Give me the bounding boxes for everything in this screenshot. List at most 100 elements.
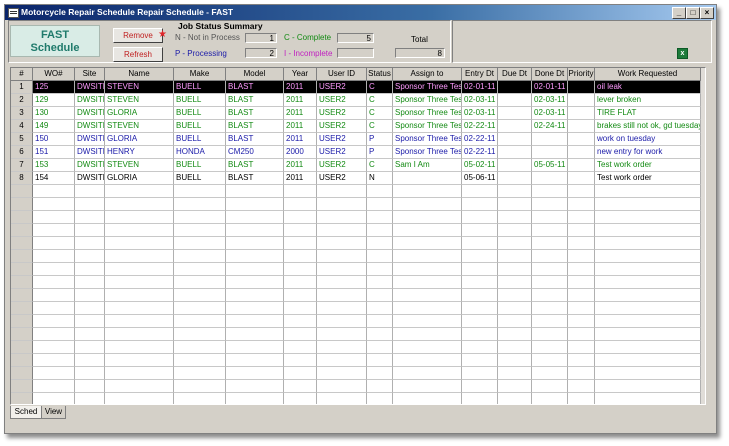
- cell-status[interactable]: [367, 302, 393, 315]
- cell-site[interactable]: [75, 380, 105, 393]
- table-row[interactable]: [11, 250, 705, 263]
- cell-due-dt[interactable]: [498, 211, 532, 224]
- cell-num[interactable]: [11, 315, 33, 328]
- cell-user-id[interactable]: USER2: [317, 81, 367, 94]
- cell-make[interactable]: [174, 250, 226, 263]
- cell-entry-dt[interactable]: [462, 380, 498, 393]
- cell-status[interactable]: C: [367, 107, 393, 120]
- cell-year[interactable]: [284, 302, 317, 315]
- cell-status[interactable]: [367, 185, 393, 198]
- cell-make[interactable]: [174, 224, 226, 237]
- cell-user-id[interactable]: [317, 380, 367, 393]
- table-row[interactable]: [11, 224, 705, 237]
- cell-site[interactable]: [75, 289, 105, 302]
- cell-work-requested[interactable]: lever broken: [595, 94, 701, 107]
- cell-entry-dt[interactable]: [462, 198, 498, 211]
- cell-done-dt[interactable]: [532, 354, 568, 367]
- cell-make[interactable]: [174, 393, 226, 404]
- tab-sched[interactable]: Sched: [10, 406, 42, 419]
- cell-wo[interactable]: [33, 393, 75, 404]
- column-header-num[interactable]: #: [11, 68, 33, 81]
- table-row[interactable]: [11, 341, 705, 354]
- cell-model[interactable]: [226, 393, 284, 404]
- cell-user-id[interactable]: [317, 328, 367, 341]
- cell-user-id[interactable]: [317, 250, 367, 263]
- cell-num[interactable]: [11, 289, 33, 302]
- cell-model[interactable]: [226, 354, 284, 367]
- cell-priority[interactable]: [568, 289, 595, 302]
- cell-user-id[interactable]: USER2: [317, 159, 367, 172]
- table-row[interactable]: [11, 315, 705, 328]
- cell-priority[interactable]: [568, 224, 595, 237]
- cell-num[interactable]: [11, 276, 33, 289]
- cell-user-id[interactable]: [317, 315, 367, 328]
- cell-make[interactable]: [174, 354, 226, 367]
- cell-make[interactable]: [174, 302, 226, 315]
- cell-entry-dt[interactable]: [462, 224, 498, 237]
- cell-wo[interactable]: [33, 263, 75, 276]
- cell-year[interactable]: 2000: [284, 146, 317, 159]
- vertical-scrollbar[interactable]: [701, 68, 705, 404]
- cell-due-dt[interactable]: [498, 393, 532, 404]
- cell-due-dt[interactable]: [498, 367, 532, 380]
- cell-user-id[interactable]: USER2: [317, 107, 367, 120]
- cell-name[interactable]: [105, 224, 174, 237]
- cell-model[interactable]: BLAST: [226, 81, 284, 94]
- cell-model[interactable]: [226, 341, 284, 354]
- cell-make[interactable]: HONDA: [174, 146, 226, 159]
- cell-priority[interactable]: [568, 367, 595, 380]
- cell-done-dt[interactable]: [532, 172, 568, 185]
- cell-site[interactable]: DWSITE: [75, 107, 105, 120]
- column-header-due-dt[interactable]: Due Dt: [498, 68, 532, 81]
- cell-year[interactable]: 2011: [284, 133, 317, 146]
- cell-status[interactable]: [367, 354, 393, 367]
- cell-num[interactable]: [11, 341, 33, 354]
- cell-done-dt[interactable]: 02-03-11: [532, 107, 568, 120]
- cell-year[interactable]: [284, 263, 317, 276]
- cell-status[interactable]: [367, 237, 393, 250]
- cell-priority[interactable]: [568, 315, 595, 328]
- cell-make[interactable]: [174, 341, 226, 354]
- cell-done-dt[interactable]: [532, 250, 568, 263]
- cell-entry-dt[interactable]: [462, 328, 498, 341]
- cell-num[interactable]: [11, 393, 33, 404]
- column-header-status[interactable]: Status: [367, 68, 393, 81]
- refresh-button[interactable]: Refresh: [113, 47, 163, 62]
- cell-year[interactable]: [284, 198, 317, 211]
- cell-wo[interactable]: [33, 185, 75, 198]
- cell-model[interactable]: BLAST: [226, 133, 284, 146]
- cell-wo[interactable]: [33, 211, 75, 224]
- cell-entry-dt[interactable]: [462, 185, 498, 198]
- cell-user-id[interactable]: [317, 302, 367, 315]
- cell-user-id[interactable]: USER2: [317, 94, 367, 107]
- table-row[interactable]: 6 151 DWSITE HENRY HONDA CM250 2000 USER2 P Spons…: [11, 146, 705, 159]
- cell-make[interactable]: [174, 263, 226, 276]
- cell-user-id[interactable]: [317, 224, 367, 237]
- cell-done-dt[interactable]: [532, 289, 568, 302]
- cell-num[interactable]: [11, 328, 33, 341]
- column-header-work-requested[interactable]: Work Requested: [595, 68, 701, 81]
- cell-make[interactable]: BUELL: [174, 133, 226, 146]
- cell-make[interactable]: [174, 315, 226, 328]
- cell-user-id[interactable]: USER2: [317, 133, 367, 146]
- cell-status[interactable]: P: [367, 146, 393, 159]
- cell-work-requested[interactable]: brakes still not ok, gd tuesday: [595, 120, 701, 133]
- cell-site[interactable]: DWSITE: [75, 94, 105, 107]
- cell-due-dt[interactable]: [498, 250, 532, 263]
- cell-priority[interactable]: [568, 81, 595, 94]
- cell-assign-to[interactable]: Sponsor Three Test: [393, 94, 462, 107]
- table-row[interactable]: 8 154 DWSITE GLORIA BUELL BLAST 2011 USER2 N 05-0…: [11, 172, 705, 185]
- cell-work-requested[interactable]: [595, 302, 701, 315]
- cell-priority[interactable]: [568, 133, 595, 146]
- cell-priority[interactable]: [568, 276, 595, 289]
- cell-wo[interactable]: [33, 250, 75, 263]
- table-row[interactable]: [11, 367, 705, 380]
- cell-num[interactable]: [11, 302, 33, 315]
- cell-site[interactable]: DWSITE: [75, 172, 105, 185]
- cell-due-dt[interactable]: [498, 328, 532, 341]
- cell-wo[interactable]: [33, 380, 75, 393]
- cell-year[interactable]: 2011: [284, 94, 317, 107]
- cell-site[interactable]: DWSITE: [75, 81, 105, 94]
- cell-assign-to[interactable]: [393, 237, 462, 250]
- cell-name[interactable]: [105, 328, 174, 341]
